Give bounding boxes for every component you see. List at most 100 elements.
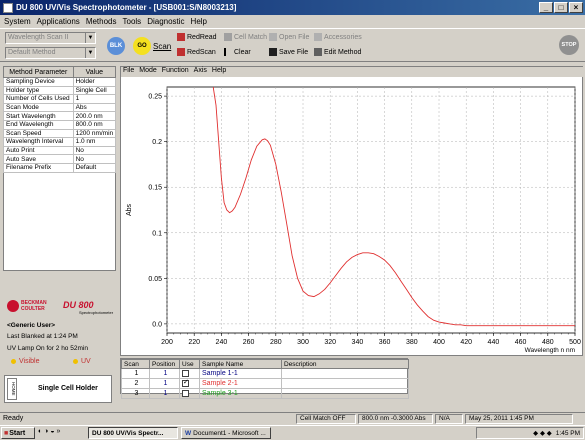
- menu-applications[interactable]: Applications: [37, 17, 80, 26]
- sample-table-panel: Scan Position Use Sample Name Descriptio…: [120, 358, 409, 399]
- menu-help[interactable]: Help: [191, 17, 207, 26]
- home-tab[interactable]: HOME: [7, 378, 17, 400]
- sample-use-checkbox[interactable]: [182, 370, 189, 377]
- application-select[interactable]: Wavelength Scan II ▼: [5, 32, 96, 44]
- close-button[interactable]: ×: [569, 2, 583, 13]
- plot-area: [166, 86, 576, 334]
- menu-system[interactable]: System: [4, 17, 31, 26]
- x-tick-label: 460: [515, 339, 527, 346]
- open-file-button[interactable]: Open File: [269, 33, 309, 41]
- sample-row[interactable]: 1 1 Sample 1-1: [121, 368, 409, 379]
- taskbar-item-du800[interactable]: DU 800 UV/Vis Spectr...: [88, 427, 178, 439]
- chart-menu-mode[interactable]: Mode: [139, 67, 157, 77]
- accessories-label: Accessories: [324, 33, 362, 41]
- sample-name[interactable]: Sample 3-1: [199, 388, 282, 399]
- edit-method-button[interactable]: Edit Method: [314, 48, 361, 56]
- scan-button[interactable]: Scan: [153, 42, 171, 51]
- maximize-button[interactable]: □: [554, 2, 568, 13]
- holder-panel[interactable]: HOME Single Cell Holder: [4, 375, 112, 403]
- lamp-dot-icon: [11, 359, 16, 364]
- chart-menu-function[interactable]: Function: [162, 67, 189, 77]
- parameter-row[interactable]: Holder type Single Cell: [3, 85, 117, 96]
- sample-description[interactable]: [281, 378, 409, 389]
- sample-description[interactable]: [281, 368, 409, 379]
- parameter-row[interactable]: End Wavelength 800.0 nm: [3, 119, 117, 130]
- parameter-value[interactable]: No: [72, 154, 117, 164]
- quick-launch-icons[interactable]: ◐ ◑ ◒ »: [38, 428, 60, 435]
- minimize-button[interactable]: _: [539, 2, 553, 13]
- word-icon: W: [185, 429, 192, 437]
- parameter-row[interactable]: Sampling Device Holder: [3, 77, 117, 87]
- parameter-value[interactable]: Holder: [72, 77, 117, 87]
- x-tick-label: 340: [352, 339, 364, 346]
- sample-row[interactable]: 21 Sample 2-1: [121, 378, 409, 389]
- parameter-value[interactable]: 1: [72, 94, 117, 104]
- parameter-value[interactable]: Abs: [72, 102, 117, 113]
- model-sub: Spectrophotometer: [79, 310, 114, 315]
- taskbar-item-du800-label: DU 800 UV/Vis Spectr...: [92, 429, 164, 437]
- parameter-row[interactable]: Scan Mode Abs: [3, 102, 117, 113]
- parameter-row[interactable]: Filename Prefix Default: [3, 162, 117, 173]
- accessories-button[interactable]: Accessories: [314, 33, 362, 41]
- status-bar: Ready Cell Match OFF 800.0 nm -0.3000 Ab…: [0, 412, 585, 424]
- redread-button[interactable]: RedRead: [177, 33, 217, 41]
- redscan-button[interactable]: RedScan: [177, 48, 216, 56]
- sample-name[interactable]: Sample 1-1: [199, 368, 282, 379]
- y-tick-label: 0.2: [152, 139, 162, 146]
- stop-label: STOP: [561, 42, 577, 48]
- parameter-name: Sampling Device: [3, 77, 74, 87]
- edit-method-icon: [314, 48, 322, 56]
- tray-icons[interactable]: ◆ ◆ ◆: [533, 429, 552, 437]
- sample-use: [179, 388, 200, 399]
- chart-menu-axis[interactable]: Axis: [194, 67, 207, 77]
- parameter-value[interactable]: No: [72, 145, 117, 156]
- uv-lamp-indicator: UV: [73, 358, 91, 365]
- sample-use-checkbox[interactable]: [182, 390, 189, 397]
- parameter-name: Wavelength Interval: [3, 137, 74, 147]
- save-file-button[interactable]: Save File: [269, 48, 308, 56]
- x-tick-label: 420: [460, 339, 472, 346]
- x-tick-label: 400: [433, 339, 445, 346]
- taskbar-item-document[interactable]: W Document1 - Microsoft ...: [181, 427, 271, 439]
- parameter-value[interactable]: 1.0 nm: [72, 137, 117, 147]
- sample-use: [179, 368, 200, 379]
- sample-use-checkbox[interactable]: [182, 378, 189, 387]
- parameter-value[interactable]: 800.0 nm: [72, 119, 117, 130]
- parameter-value[interactable]: Default: [72, 162, 117, 173]
- menu-tools[interactable]: Tools: [123, 17, 142, 26]
- sample-name[interactable]: Sample 2-1: [199, 378, 282, 389]
- menu-methods[interactable]: Methods: [86, 17, 117, 26]
- header-value: Value: [72, 66, 117, 78]
- start-button[interactable]: ■ Start: [1, 427, 35, 439]
- folder-icon: [269, 33, 277, 41]
- go-button[interactable]: GO: [133, 37, 151, 55]
- parameter-value[interactable]: 200.0 nm: [72, 111, 117, 121]
- cell-match-button[interactable]: Cell Match: [224, 33, 267, 41]
- parameter-value[interactable]: 1200 nm/min: [72, 128, 117, 139]
- sample-row[interactable]: 3 1 Sample 3-1: [121, 388, 409, 399]
- method-select[interactable]: Default Method ▼: [5, 47, 96, 59]
- menu-diagnostic[interactable]: Diagnostic: [147, 17, 184, 26]
- parameter-name: Filename Prefix: [3, 162, 74, 173]
- chart-menu-help[interactable]: Help: [212, 67, 226, 77]
- parameter-row[interactable]: Start Wavelength 200.0 nm: [3, 111, 117, 121]
- user-name: <Generic User>: [7, 322, 56, 329]
- sample-use: [179, 378, 200, 389]
- parameter-row[interactable]: Wavelength Interval 1.0 nm: [3, 137, 117, 147]
- chart-menu-file[interactable]: File: [123, 67, 134, 77]
- beckman-logo: BECKMAN COULTER: [7, 300, 47, 312]
- clear-button[interactable]: Clear: [224, 48, 251, 56]
- last-blanked: Last Blanked at 1:24 PM: [7, 333, 78, 340]
- parameter-row[interactable]: Auto Save No: [3, 154, 117, 164]
- holder-label: Single Cell Holder: [38, 385, 98, 392]
- parameter-row[interactable]: Scan Speed 1200 nm/min: [3, 128, 117, 139]
- y-tick-label: 0.15: [148, 185, 162, 192]
- stop-button[interactable]: STOP: [559, 35, 579, 55]
- parameter-value[interactable]: Single Cell: [72, 85, 117, 96]
- blank-button[interactable]: BLK: [107, 37, 125, 55]
- blank-button-label: BLK: [109, 43, 123, 49]
- parameter-row[interactable]: Auto Print No: [3, 145, 117, 156]
- spectrum-chart[interactable]: 200 220 240 260 280 300 320 340 360 380 400 420 440 4…: [121, 77, 582, 355]
- sample-description[interactable]: [281, 388, 409, 399]
- parameter-row[interactable]: Number of Cells Used 1: [3, 94, 117, 104]
